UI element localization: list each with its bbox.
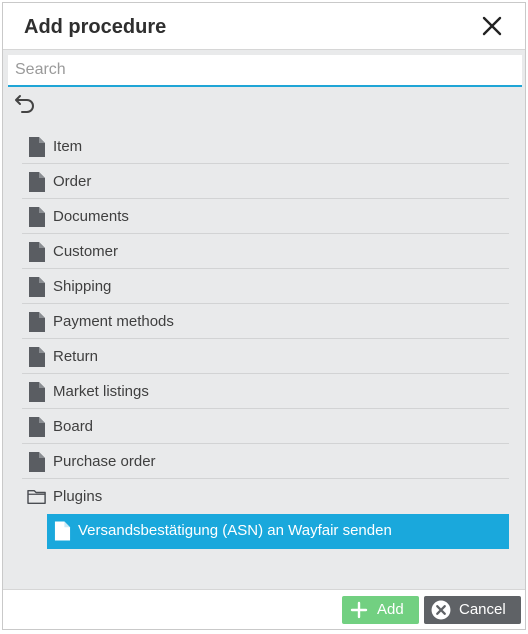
document-icon [29, 172, 45, 192]
tree-item-item[interactable]: Item [22, 129, 509, 164]
tree-item-board[interactable]: Board [22, 409, 509, 444]
document-icon [29, 207, 45, 227]
dialog-title: Add procedure [24, 16, 167, 38]
document-icon [29, 382, 45, 402]
cancel-circle-icon [431, 600, 451, 620]
tree-item-market-listings[interactable]: Market listings [22, 374, 509, 409]
tree-item-documents[interactable]: Documents [22, 199, 509, 234]
tree-item-return[interactable]: Return [22, 339, 509, 374]
close-icon[interactable] [479, 13, 505, 39]
tree-item-label: Purchase order [53, 453, 156, 470]
tree-item-label: Order [53, 173, 92, 190]
plus-icon [350, 601, 368, 619]
tree-item-label: Item [53, 138, 83, 155]
tree-child-label: Versandsbestätigung (ASN) an Wayfair sen… [78, 522, 392, 539]
tree-item-label: Market listings [53, 383, 149, 400]
tree-child-wayfair-asn[interactable]: Versandsbestätigung (ASN) an Wayfair sen… [47, 514, 509, 549]
tree-item-order[interactable]: Order [22, 164, 509, 199]
cancel-button-label: Cancel [459, 601, 506, 618]
document-icon [29, 277, 45, 297]
document-icon [54, 521, 71, 541]
document-icon [29, 452, 45, 472]
folder-open-icon [27, 489, 46, 505]
tree-item-shipping[interactable]: Shipping [22, 269, 509, 304]
tree-item-label: Payment methods [53, 313, 174, 330]
tree-item-payment-methods[interactable]: Payment methods [22, 304, 509, 339]
dialog-footer: Add Cancel [3, 589, 525, 629]
document-icon [29, 242, 45, 262]
dialog-body: Item Order Documents Customer Shipping P… [3, 50, 525, 589]
undo-back-icon[interactable] [14, 91, 38, 113]
document-icon [29, 347, 45, 367]
tree-item-customer[interactable]: Customer [22, 234, 509, 269]
tree-item-label: Documents [53, 208, 129, 225]
document-icon [29, 417, 45, 437]
dialog-header: Add procedure [3, 3, 525, 50]
tree-item-label: Customer [53, 243, 119, 260]
tree-item-label: Shipping [53, 278, 112, 295]
cancel-button[interactable]: Cancel [424, 596, 521, 624]
search-input[interactable] [8, 55, 522, 87]
tree-item-label: Return [53, 348, 99, 365]
add-button-label: Add [377, 601, 404, 618]
tree-item-plugins[interactable]: Plugins [22, 479, 509, 514]
tree-item-label: Plugins [53, 488, 103, 505]
add-button[interactable]: Add [342, 596, 419, 624]
tree-item-purchase-order[interactable]: Purchase order [22, 444, 509, 479]
procedure-tree: Item Order Documents Customer Shipping P… [22, 129, 509, 549]
document-icon [29, 137, 45, 157]
add-procedure-dialog: Add procedure Item Order Documents [2, 2, 526, 630]
tree-item-label: Board [53, 418, 94, 435]
document-icon [29, 312, 45, 332]
